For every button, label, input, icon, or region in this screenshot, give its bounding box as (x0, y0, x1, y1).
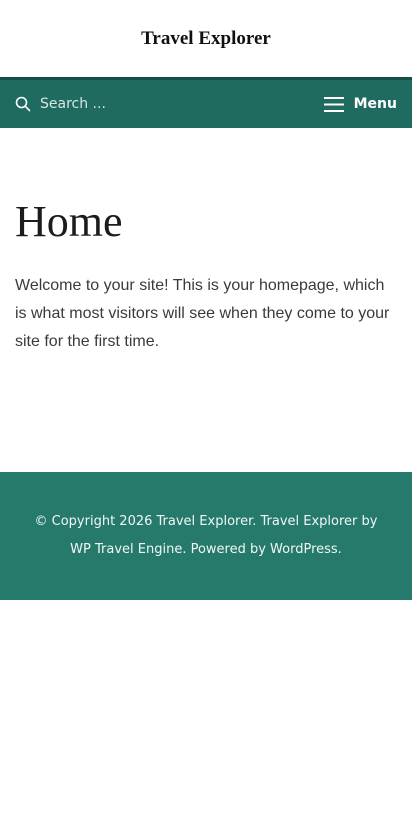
main-content: Home Welcome to your site! This is your … (0, 128, 412, 472)
page-body-text: Welcome to your site! This is your homep… (15, 277, 390, 350)
search-input[interactable] (40, 89, 190, 119)
menu-label: Menu (353, 96, 397, 112)
page-title: Home (15, 197, 123, 246)
menu-button[interactable]: Menu (323, 96, 397, 112)
navigation-bar: Menu (0, 77, 412, 128)
site-header: Travel Explorer (0, 0, 412, 77)
site-footer: © Copyright 2026 Travel Explorer. Travel… (0, 472, 412, 600)
search-icon[interactable] (15, 96, 31, 112)
hamburger-icon (323, 96, 344, 112)
search-form (15, 80, 190, 128)
footer-copyright: © Copyright 2026 Travel Explorer. Travel… (34, 514, 378, 557)
site-title-link[interactable]: Travel Explorer (141, 28, 271, 50)
